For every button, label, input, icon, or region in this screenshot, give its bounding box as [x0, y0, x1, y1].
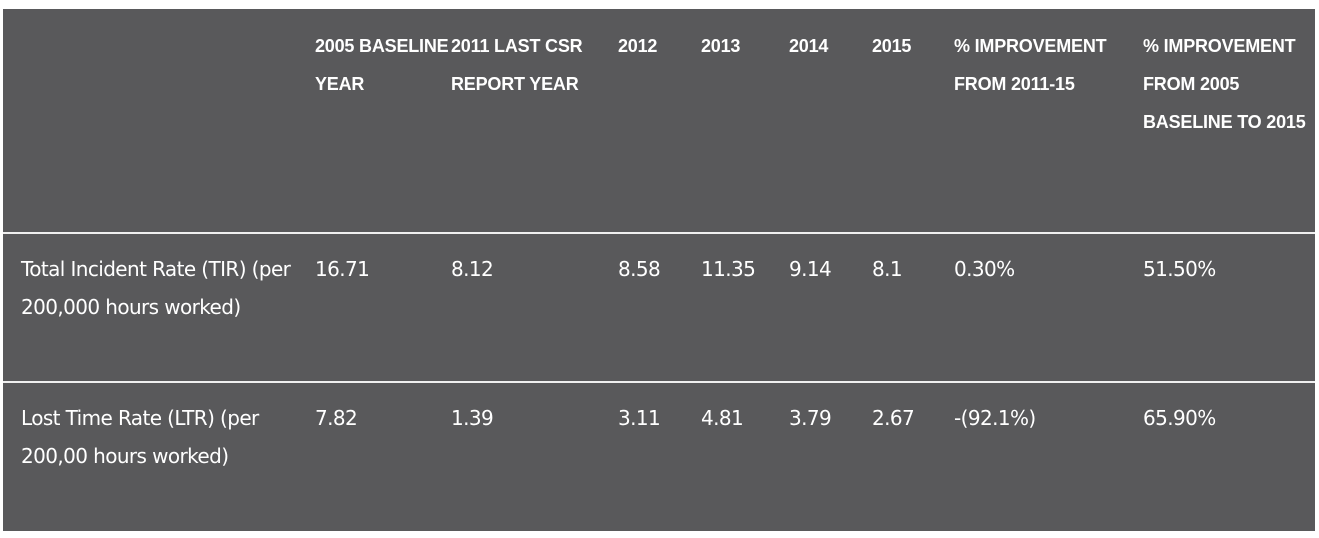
table-body: Total Incident Rate (TIR) (per 200,000 h… [3, 233, 1315, 530]
cell-improvement-2005-2015: 51.50% [1143, 257, 1216, 281]
table-header: 2005 BASELINE YEAR 2011 LAST CSR REPORT … [3, 9, 1315, 233]
cell-2005-baseline: 16.71 [315, 257, 370, 281]
row-label: Total Incident Rate (TIR) (per 200,000 h… [21, 257, 291, 319]
cell-2013: 4.81 [701, 406, 744, 430]
cell-2013: 11.35 [701, 257, 756, 281]
header-2013: 2013 [701, 36, 741, 56]
header-2015: 2015 [872, 36, 912, 56]
header-2014: 2014 [789, 36, 829, 56]
cell-2014: 9.14 [789, 257, 832, 281]
cell-2014: 3.79 [789, 406, 832, 430]
cell-improvement-2005-2015: 65.90% [1143, 406, 1216, 430]
row-label: Lost Time Rate (LTR) (per 200,00 hours w… [21, 406, 259, 468]
table-row-tir: Total Incident Rate (TIR) (per 200,000 h… [3, 233, 1315, 382]
cell-2015: 2.67 [872, 406, 915, 430]
table-row-ltr: Lost Time Rate (LTR) (per 200,00 hours w… [3, 382, 1315, 530]
header-empty [3, 9, 315, 233]
cell-improvement-2011-15: -(92.1%) [954, 406, 1036, 430]
safety-metrics-table: 2005 BASELINE YEAR 2011 LAST CSR REPORT … [3, 9, 1315, 530]
cell-improvement-2011-15: 0.30% [954, 257, 1015, 281]
header-2012: 2012 [618, 36, 658, 56]
header-row: 2005 BASELINE YEAR 2011 LAST CSR REPORT … [3, 9, 1315, 233]
cell-2005-baseline: 7.82 [315, 406, 358, 430]
safety-metrics-table-container: 2005 BASELINE YEAR 2011 LAST CSR REPORT … [3, 9, 1315, 531]
cell-2011: 1.39 [451, 406, 494, 430]
header-2005-baseline: 2005 BASELINE YEAR [315, 36, 449, 94]
cell-2012: 8.58 [618, 257, 661, 281]
cell-2012: 3.11 [618, 406, 661, 430]
cell-2015: 8.1 [872, 257, 903, 281]
header-2011-last-csr: 2011 LAST CSR REPORT YEAR [451, 36, 583, 94]
header-improvement-2011-15: % IMPROVEMENT FROM 2011-15 [954, 36, 1107, 94]
cell-2011: 8.12 [451, 257, 494, 281]
header-improvement-2005-2015: % IMPROVEMENT FROM 2005 BASELINE TO 2015 [1143, 36, 1306, 132]
